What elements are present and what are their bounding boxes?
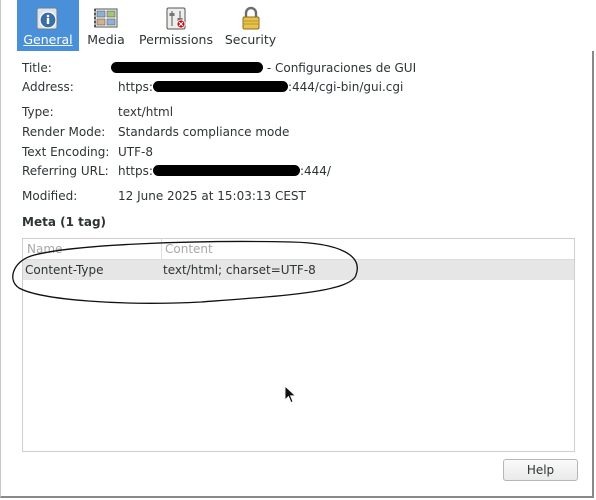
render-mode-value: Standards compliance mode: [118, 125, 290, 139]
meta-name-cell: Content-Type: [25, 263, 104, 277]
redaction-bar: [152, 81, 288, 92]
tab-security[interactable]: Security: [223, 0, 278, 51]
media-icon: [94, 8, 118, 28]
column-header-content[interactable]: Content: [165, 242, 213, 256]
mouse-pointer-icon: [284, 385, 297, 404]
referring-url-label: Referring URL:: [22, 164, 109, 178]
info-icon: [36, 7, 58, 30]
tab-label-security: Security: [224, 32, 277, 47]
tab-permissions[interactable]: Permissions: [138, 0, 214, 51]
title-label: Title:: [22, 61, 52, 75]
redaction-bar: [111, 62, 263, 73]
tab-label-media: Media: [87, 32, 125, 47]
help-button[interactable]: Help: [503, 459, 578, 481]
meta-table-header: Name Content: [23, 239, 574, 260]
column-separator[interactable]: [161, 239, 162, 259]
meta-heading: Meta (1 tag): [22, 215, 107, 229]
meta-table[interactable]: Name Content Content-Type text/html; cha…: [22, 238, 575, 452]
title-value-wrap: - Configuraciones de GUI: [111, 61, 416, 75]
column-header-name[interactable]: Name: [27, 242, 62, 256]
referring-prefix: https:: [118, 164, 153, 178]
lock-icon: [242, 6, 259, 30]
tab-label-general: General: [23, 32, 73, 47]
referring-suffix: :444/: [299, 164, 331, 178]
type-label: Type:: [22, 105, 54, 119]
tab-general[interactable]: General: [17, 0, 79, 51]
tab-media[interactable]: Media: [84, 0, 128, 51]
modified-value: 12 June 2025 at 15:03:13 CEST: [118, 189, 306, 203]
type-value: text/html: [118, 105, 174, 119]
tab-bar: General Media Permissions Security: [1, 0, 595, 51]
encoding-label: Text Encoding:: [22, 145, 110, 159]
modified-label: Modified:: [22, 189, 78, 203]
permissions-icon: [166, 7, 186, 30]
encoding-value: UTF-8: [118, 145, 153, 159]
meta-content-cell: text/html; charset=UTF-8: [163, 263, 316, 277]
address-value-wrap[interactable]: https: :444/cgi-bin/gui.cgi: [118, 80, 403, 94]
tab-label-permissions: Permissions: [139, 32, 213, 47]
referring-url-value-wrap[interactable]: https: :444/: [118, 164, 331, 178]
address-prefix: https:: [118, 80, 153, 94]
redaction-bar: [152, 165, 300, 176]
title-value: - Configuraciones de GUI: [266, 61, 417, 75]
table-row[interactable]: Content-Type text/html; charset=UTF-8: [23, 260, 574, 280]
page-info-window: General Media Permissions Security Title…: [0, 0, 595, 498]
address-suffix: :444/cgi-bin/gui.cgi: [287, 80, 404, 94]
address-label: Address:: [22, 80, 74, 94]
render-mode-label: Render Mode:: [22, 125, 106, 139]
